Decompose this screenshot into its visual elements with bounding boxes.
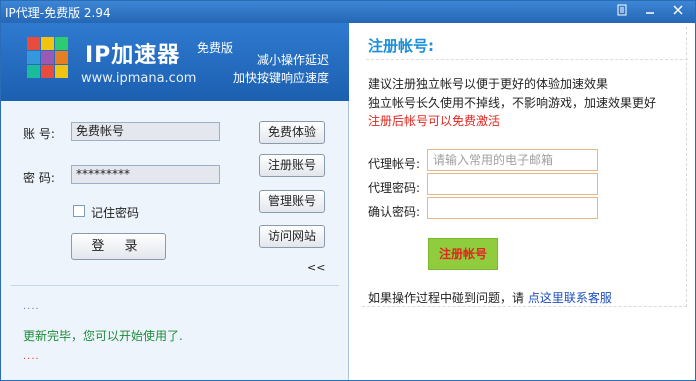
collapse-panel-button[interactable]: <<: [307, 261, 325, 274]
proxy-account-label: 代理帐号:: [368, 157, 421, 171]
account-field[interactable]: 免费帐号: [71, 122, 220, 141]
remember-password-checkbox[interactable]: [73, 205, 85, 217]
website-url: www.ipmana.com: [81, 71, 197, 86]
app-window: IP代理-免费版 2.94 IP加速器 免费版 www.ipmana.com 减…: [0, 0, 696, 381]
register-panel: 注册帐号: 建议注册独立帐号以便于更好的体验加速效果 独立帐号长久使用不掉线，不…: [350, 23, 695, 380]
manage-account-button[interactable]: 管理账号: [259, 190, 325, 213]
login-panel: IP加速器 免费版 www.ipmana.com 减小操作延迟 加快按键响应速度…: [1, 23, 349, 380]
slogan-line2: 加快按键响应速度: [233, 71, 330, 85]
restore-icon[interactable]: [613, 4, 631, 20]
brand-header: IP加速器 免费版 www.ipmana.com 减小操作延迟 加快按键响应速度: [1, 23, 349, 101]
contact-support-link[interactable]: 点这里联系客服: [528, 291, 612, 305]
register-title: 注册帐号:: [368, 37, 434, 55]
account-label: 账 号:: [23, 127, 55, 141]
proxy-account-input[interactable]: 请输入常用的电子邮箱: [427, 149, 598, 171]
title-bar[interactable]: IP代理-免费版 2.94: [1, 1, 695, 23]
confirm-password-input[interactable]: [427, 197, 598, 219]
password-label: 密 码:: [23, 171, 55, 185]
window-title: IP代理-免费版 2.94: [5, 6, 111, 20]
register-desc-2: 独立帐号长久使用不掉线，不影响游戏，加速效果更好: [368, 96, 657, 110]
register-desc-1: 建议注册独立帐号以便于更好的体验加速效果: [368, 77, 609, 91]
visit-website-button[interactable]: 访问网站: [259, 225, 325, 248]
register-divider: [366, 59, 688, 60]
help-text: 如果操作过程中碰到问题，请 点这里联系客服: [368, 289, 612, 306]
close-icon[interactable]: [669, 4, 687, 20]
log-dots-bottom: ....: [23, 351, 40, 362]
confirm-password-label: 确认密码:: [368, 205, 421, 219]
remember-password-label[interactable]: 记住密码: [91, 204, 139, 221]
edition-label: 免费版: [197, 41, 234, 55]
proxy-password-label: 代理密码:: [368, 181, 421, 195]
slogan-line1: 减小操作延迟: [257, 53, 330, 67]
logo-cubes-icon: [25, 35, 71, 84]
free-trial-button[interactable]: 免费体验: [259, 121, 325, 144]
register-account-button[interactable]: 注册账号: [259, 154, 325, 177]
proxy-password-input[interactable]: [427, 173, 598, 195]
log-dots-top: ....: [23, 301, 40, 312]
divider: [11, 285, 339, 286]
password-field[interactable]: *********: [71, 165, 220, 184]
register-desc-3: 注册后帐号可以免费激活: [368, 114, 501, 128]
login-button[interactable]: 登 录: [71, 233, 166, 260]
register-submit-button[interactable]: 注册帐号: [428, 238, 498, 270]
brand-name: IP加速器: [85, 43, 181, 68]
help-prefix: 如果操作过程中碰到问题，请: [368, 291, 525, 305]
status-message: 更新完毕，您可以开始使用了.: [23, 329, 183, 343]
minimize-icon[interactable]: [641, 4, 659, 20]
